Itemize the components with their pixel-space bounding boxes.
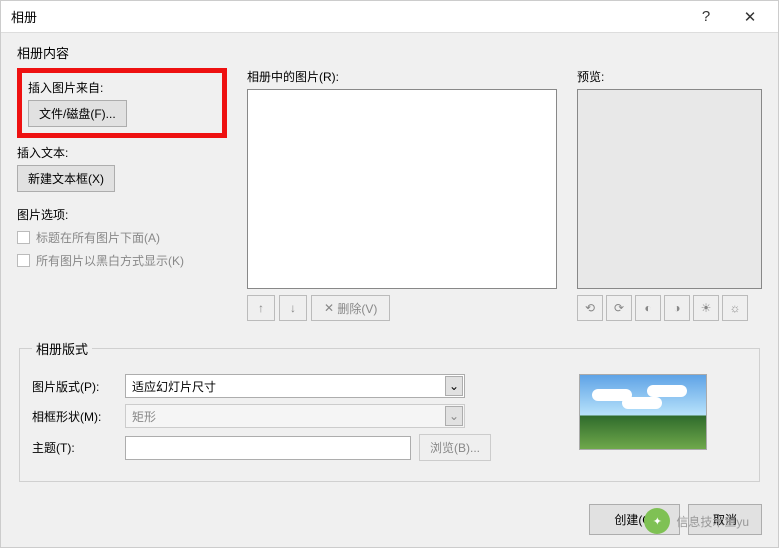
- blackwhite-checkbox[interactable]: 所有图片以黑白方式显示(K): [17, 252, 227, 269]
- bw-checkbox-label: 所有图片以黑白方式显示(K): [36, 252, 184, 269]
- preview-pane: [577, 89, 762, 289]
- watermark: ✦ 信息技术鱼yu: [644, 508, 749, 534]
- picture-options-label: 图片选项:: [17, 206, 227, 223]
- titlebar: 相册 ? ✕: [1, 1, 778, 33]
- dialog-content: 相册内容 插入图片来自: 文件/磁盘(F)... 插入文本: 新建文本框(X) …: [1, 33, 778, 492]
- caption-checkbox[interactable]: 标题在所有图片下面(A): [17, 229, 227, 246]
- layout-fieldset: 相册版式 图片版式(P): 适应幻灯片尺寸 ⌄ 相框形状(M): 矩形 ⌄: [19, 339, 760, 482]
- theme-label: 主题(T):: [32, 439, 117, 456]
- contrast-up-button[interactable]: ◐: [635, 295, 661, 321]
- file-disk-button[interactable]: 文件/磁盘(F)...: [28, 100, 127, 127]
- insert-text-label: 插入文本:: [17, 144, 227, 161]
- remove-button[interactable]: ✕ 删除(V): [311, 295, 390, 321]
- checkbox-icon: [17, 231, 30, 244]
- dialog-window: 相册 ? ✕ 相册内容 插入图片来自: 文件/磁盘(F)... 插入文本: 新建…: [0, 0, 779, 548]
- pictures-listbox[interactable]: [247, 89, 557, 289]
- theme-input[interactable]: [125, 436, 411, 460]
- contrast-up-icon: ◐: [644, 301, 651, 315]
- content-section-label: 相册内容: [17, 43, 762, 62]
- contrast-down-button[interactable]: ◑: [664, 295, 690, 321]
- contrast-down-icon: ◑: [673, 301, 680, 315]
- chevron-down-icon: ⌄: [445, 406, 463, 426]
- brightness-down-icon: ☼: [730, 301, 741, 315]
- brightness-up-button[interactable]: ☀: [693, 295, 719, 321]
- caption-checkbox-label: 标题在所有图片下面(A): [36, 229, 160, 246]
- help-button[interactable]: ?: [684, 2, 728, 32]
- chevron-down-icon: ⌄: [445, 376, 463, 396]
- frame-shape-select: 矩形 ⌄: [125, 404, 465, 428]
- cloud-icon: [592, 389, 632, 401]
- preview-label: 预览:: [577, 68, 762, 85]
- arrow-down-icon: ↓: [290, 301, 296, 315]
- highlight-box: 插入图片来自: 文件/磁盘(F)...: [17, 68, 227, 138]
- close-button[interactable]: ✕: [728, 2, 772, 32]
- picture-layout-label: 图片版式(P):: [32, 378, 117, 395]
- wechat-icon: ✦: [644, 508, 670, 534]
- rotate-left-icon: ⟲: [585, 301, 595, 315]
- rotate-right-icon: ⟳: [614, 301, 624, 315]
- layout-thumbnail: [579, 374, 707, 450]
- frame-shape-label: 相框形状(M):: [32, 408, 117, 425]
- x-icon: ✕: [324, 301, 334, 315]
- move-up-button[interactable]: ↑: [247, 295, 275, 321]
- checkbox-icon: [17, 254, 30, 267]
- layout-legend: 相册版式: [32, 339, 92, 358]
- new-textbox-button[interactable]: 新建文本框(X): [17, 165, 115, 192]
- arrow-up-icon: ↑: [258, 301, 264, 315]
- rotate-right-button[interactable]: ⟳: [606, 295, 632, 321]
- pictures-in-album-label: 相册中的图片(R):: [247, 68, 557, 85]
- watermark-text: 信息技术鱼yu: [676, 513, 749, 530]
- move-down-button[interactable]: ↓: [279, 295, 307, 321]
- brightness-down-button[interactable]: ☼: [722, 295, 748, 321]
- dialog-title: 相册: [11, 7, 684, 26]
- browse-button[interactable]: 浏览(B)...: [419, 434, 491, 461]
- rotate-left-button[interactable]: ⟲: [577, 295, 603, 321]
- brightness-up-icon: ☀: [701, 301, 712, 315]
- insert-from-label: 插入图片来自:: [28, 79, 216, 96]
- picture-layout-select[interactable]: 适应幻灯片尺寸 ⌄: [125, 374, 465, 398]
